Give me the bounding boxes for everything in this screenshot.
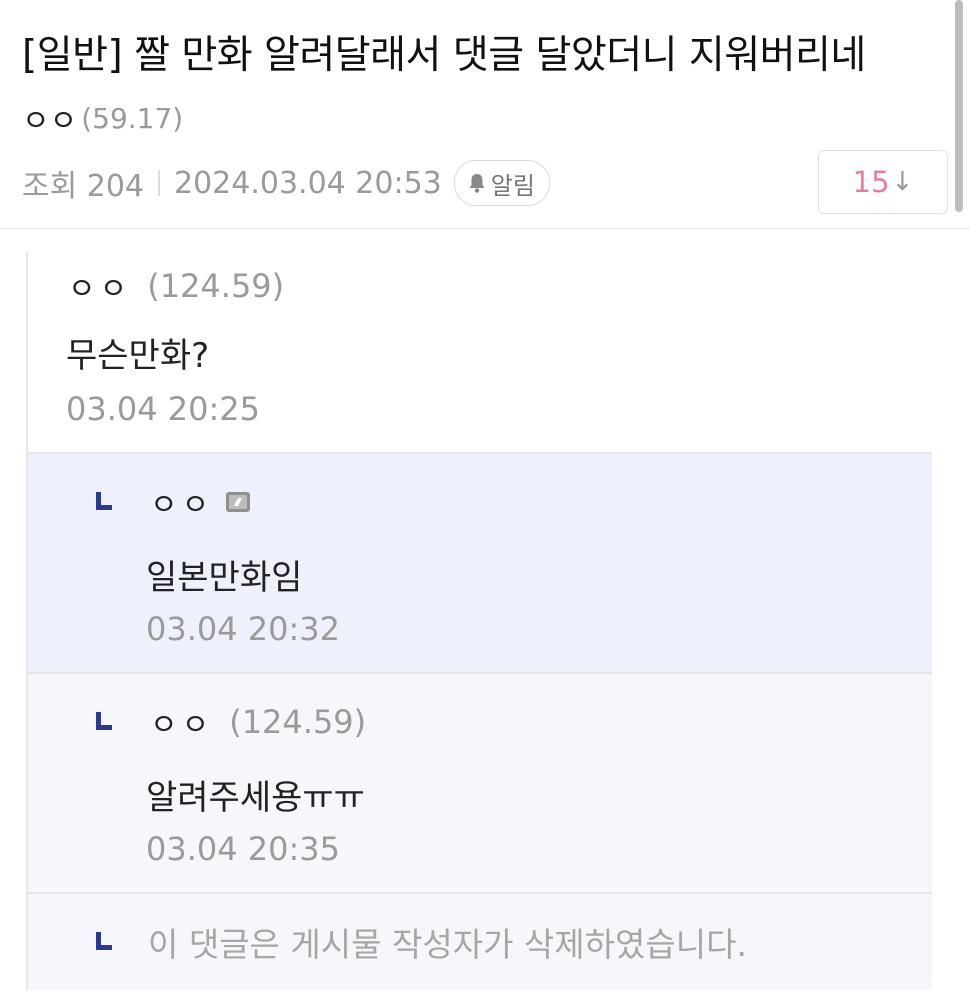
comment-count-button[interactable]: 15 ↓: [818, 150, 948, 214]
scrollbar[interactable]: [955, 0, 963, 212]
comment-list: ㅇㅇ (124.59) 무슨만화? 03.04 20:25 ㅇㅇ 일본만화임 0…: [26, 252, 932, 990]
comment-ip: (124.59): [229, 703, 367, 741]
deleted-comment-notice: 이 댓글은 게시물 작성자가 삭제하였습니다.: [148, 925, 747, 964]
reply-arrow-icon: [96, 712, 112, 730]
comment-count: 15: [852, 165, 890, 199]
post-meta: 조회 204 2024.03.04 20:53 알림: [22, 160, 550, 206]
comment-author[interactable]: ㅇㅇ: [150, 480, 213, 524]
comment-body: 일본만화임: [146, 558, 303, 598]
post-header: [일반] 짤 만화 알려달래서 댓글 달았더니 지워버리네 ㅇㅇ (59.17)…: [0, 0, 970, 229]
notify-button[interactable]: 알림: [453, 160, 550, 206]
post-author-ip: (59.17): [81, 101, 184, 135]
notify-label: 알림: [490, 171, 535, 200]
post-author[interactable]: ㅇㅇ: [22, 96, 77, 140]
arrow-down-icon: ↓: [891, 167, 914, 197]
comment-body: 알려주세용ㅠㅠ: [146, 778, 365, 818]
comment-author-row: ㅇㅇ: [150, 480, 251, 524]
reply-arrow-icon: [96, 492, 112, 510]
comment-author[interactable]: ㅇㅇ: [150, 700, 213, 744]
comment-ip: (124.59): [147, 267, 285, 305]
comment-time: 03.04 20:35: [146, 830, 340, 868]
reply-item: ㅇㅇ (124.59) 알려주세용ㅠㅠ 03.04 20:35: [28, 674, 932, 894]
post-datetime: 2024.03.04 20:53: [174, 165, 442, 201]
post-view: [일반] 짤 만화 알려달래서 댓글 달았더니 지워버리네 ㅇㅇ (59.17)…: [0, 0, 970, 1006]
meta-divider: [158, 170, 160, 196]
comment-time: 03.04 20:25: [66, 390, 260, 428]
view-count: 조회 204: [22, 169, 144, 204]
post-author-row: ㅇㅇ (59.17): [22, 96, 184, 140]
fixed-nickname-icon: [226, 492, 251, 512]
post-title: [일반] 짤 만화 알려달래서 댓글 달았더니 지워버리네: [22, 33, 866, 78]
comment-author-row: ㅇㅇ (124.59): [68, 264, 285, 308]
comment-body: 무슨만화?: [66, 336, 210, 376]
deleted-reply-item: 이 댓글은 게시물 작성자가 삭제하였습니다.: [28, 894, 932, 990]
reply-arrow-icon: [96, 932, 112, 950]
comment-author[interactable]: ㅇㅇ: [68, 264, 131, 308]
comment-item: ㅇㅇ (124.59) 무슨만화? 03.04 20:25: [28, 252, 932, 454]
comment-time: 03.04 20:32: [146, 610, 340, 648]
bell-icon: [469, 174, 485, 193]
reply-item: ㅇㅇ 일본만화임 03.04 20:32: [28, 454, 932, 674]
comment-author-row: ㅇㅇ (124.59): [150, 700, 367, 744]
